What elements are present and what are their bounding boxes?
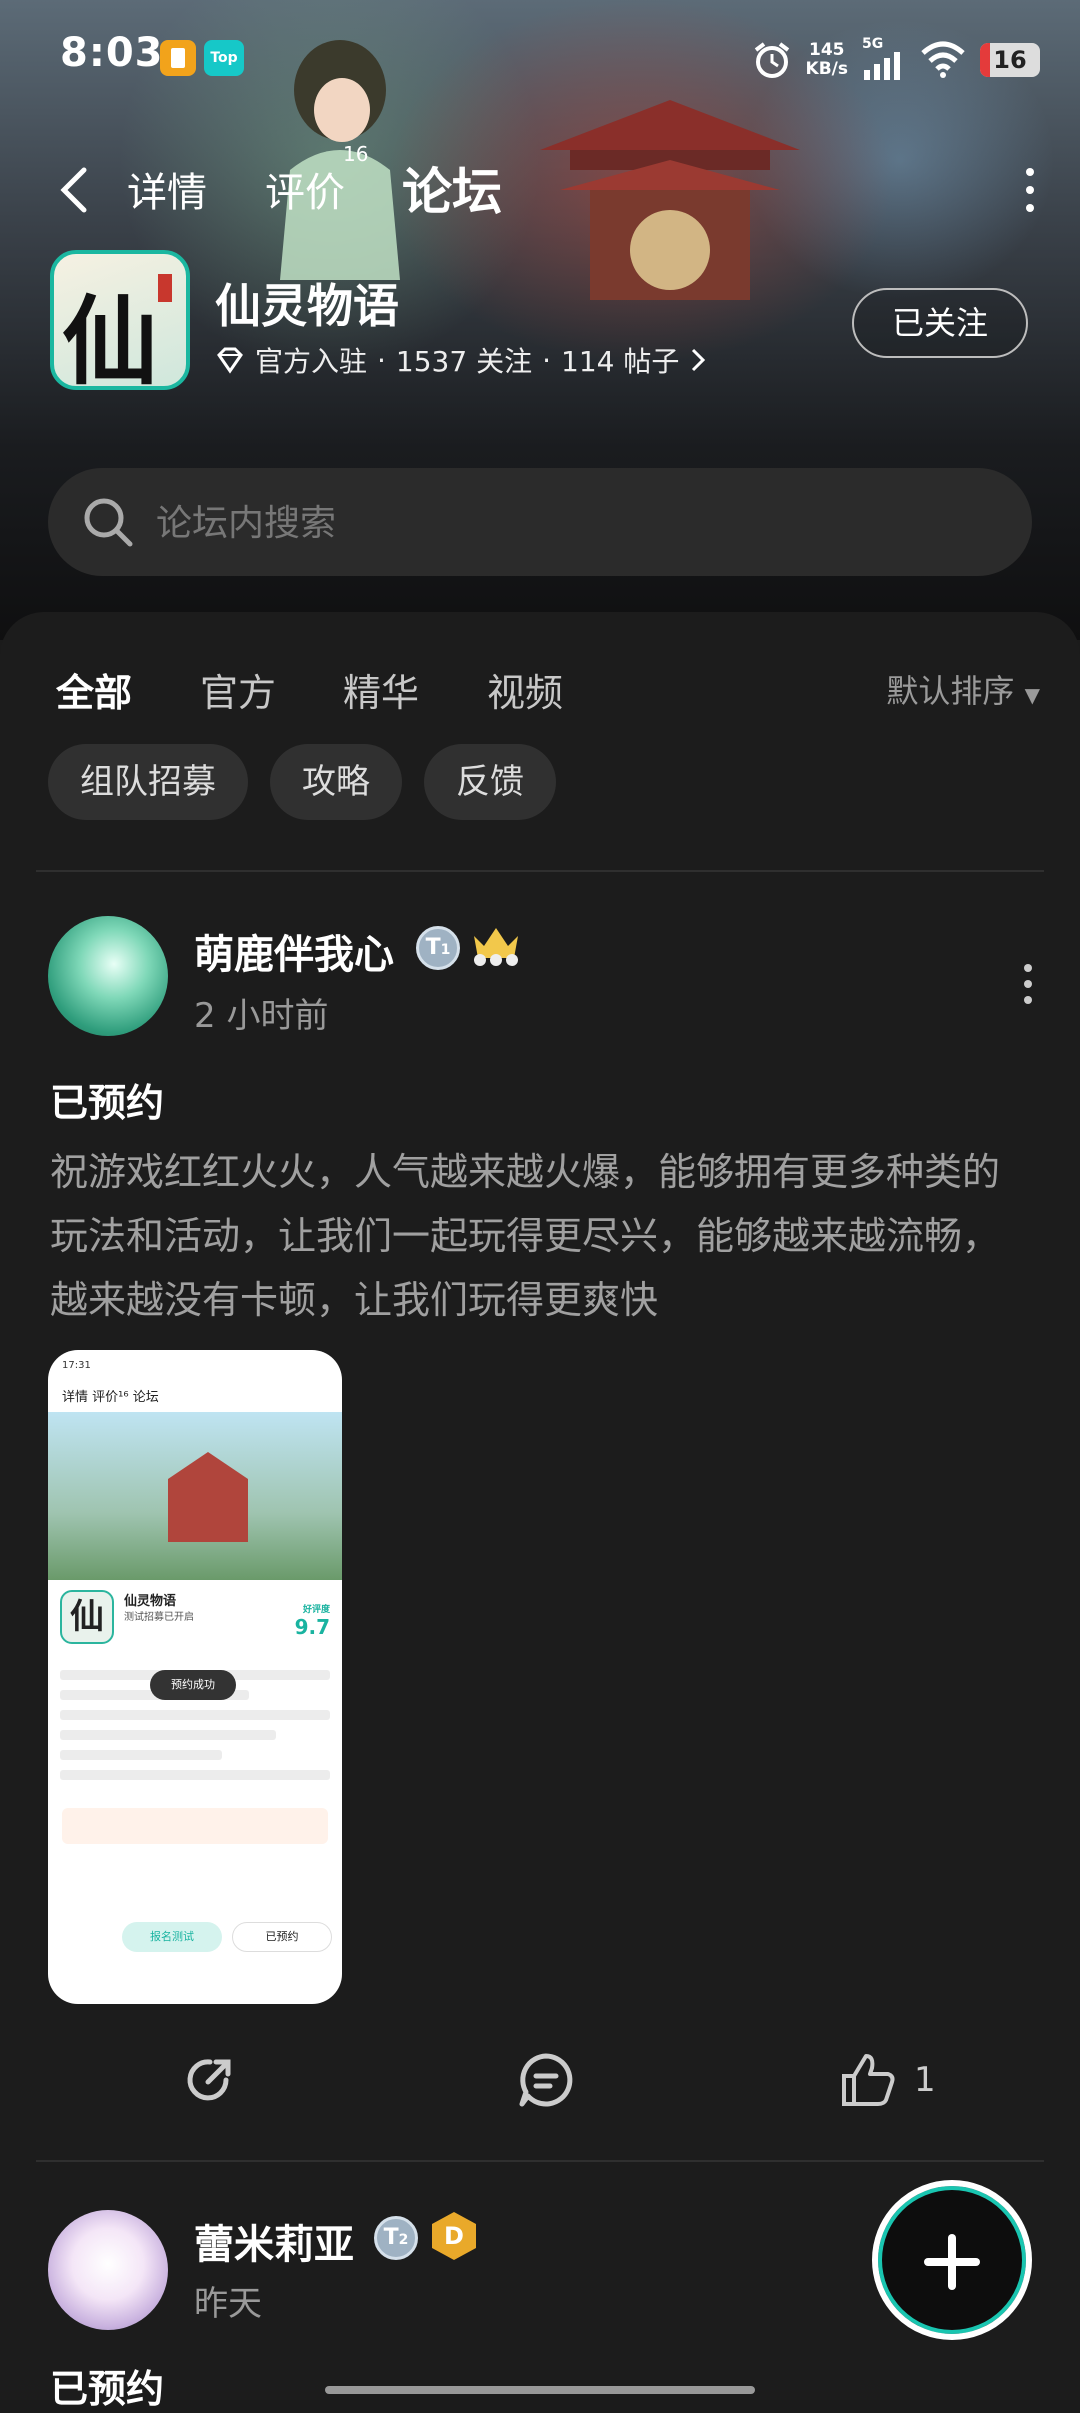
tab-details[interactable]: 详情	[127, 160, 207, 218]
post-time: 2 小时前	[194, 996, 329, 1036]
level-badge: T1	[416, 926, 460, 970]
topic-chips: 组队招募 攻略 反馈	[48, 744, 556, 820]
share-icon	[187, 2059, 231, 2101]
followers-count: 1537 关注	[395, 345, 533, 378]
official-label: 官方入驻	[255, 345, 368, 378]
avatar[interactable]	[48, 2210, 168, 2330]
post-author[interactable]: 萌鹿伴我心	[194, 922, 394, 980]
like-count: 1	[914, 2060, 936, 2100]
chevron-right-icon	[692, 348, 706, 372]
divider	[36, 870, 1044, 872]
thumbs-up-icon	[842, 2054, 895, 2106]
back-arrow-icon[interactable]	[50, 160, 100, 220]
search-icon	[84, 498, 133, 547]
new-post-plus-button[interactable]	[872, 2180, 1032, 2340]
filter-tab-video[interactable]: 视频	[487, 662, 563, 717]
sort-label: 默认排序	[886, 672, 1015, 710]
status-time: 8:03	[60, 30, 164, 76]
filter-tab-all[interactable]: 全部	[56, 662, 132, 725]
signal-label: 5G	[862, 36, 884, 52]
post-time: 昨天	[194, 2284, 262, 2324]
sort-dropdown[interactable]: 默认排序 ▼	[886, 666, 1040, 712]
alarm-icon	[754, 42, 789, 78]
battery-indicator: 16	[980, 43, 1040, 77]
follow-button[interactable]: 已关注	[852, 288, 1028, 358]
tab-reviews-label: 评价	[265, 170, 345, 216]
game-title: 仙灵物语	[215, 279, 399, 333]
notification-top-icon: Top	[204, 40, 244, 76]
post-body: 祝游戏红红火火，人气越来越火爆，能够拥有更多种类的玩法和活动，让我们一起玩得更尽…	[50, 1150, 1001, 1322]
divider	[36, 2160, 1044, 2162]
filter-tab-featured[interactable]: 精华	[343, 662, 419, 717]
post-author[interactable]: 蕾米莉亚	[194, 2212, 354, 2270]
network-speed: 145 KB/s	[805, 40, 848, 79]
review-count: 16	[343, 142, 369, 166]
post-title: 已预约	[50, 2367, 165, 2411]
chip-team-recruit[interactable]: 组队招募	[48, 744, 248, 820]
post-actions: 1	[0, 2040, 1080, 2120]
post-title: 已预约	[50, 1081, 165, 1125]
comment-icon	[519, 2053, 573, 2107]
crown-icon	[474, 928, 518, 966]
search-input[interactable]	[154, 492, 978, 554]
status-bar: 8:03 Top 145 KB/s 5G 16	[0, 0, 1080, 110]
game-meta[interactable]: 官方入驻 · 1537 关注 · 114 帖子	[215, 340, 707, 380]
level-badge: T2	[374, 2216, 418, 2260]
top-nav: 详情 评价 16 论坛	[0, 140, 1080, 240]
more-menu-icon[interactable]	[1020, 162, 1040, 222]
game-app-icon[interactable]: 仙	[50, 250, 190, 390]
home-indicator	[325, 2386, 755, 2394]
posts-count: 114 帖子	[561, 345, 680, 378]
notification-app-icon	[160, 40, 196, 76]
signal-icon: 5G	[862, 36, 906, 80]
post-more-icon[interactable]	[1020, 960, 1036, 1020]
like-button[interactable]: 1	[838, 2050, 936, 2110]
post-image-screenshot[interactable]: 17:31 详情 评价¹⁶ 论坛 仙 仙灵物语 测试招募已开启 好评度 9.7 …	[48, 1350, 342, 2004]
tab-reviews[interactable]: 评价 16	[265, 142, 368, 218]
share-button[interactable]	[180, 2050, 240, 2110]
chip-feedback[interactable]: 反馈	[424, 744, 556, 820]
filter-tab-official[interactable]: 官方	[200, 662, 276, 717]
avatar[interactable]	[48, 916, 168, 1036]
forum-search-bar[interactable]	[48, 468, 1032, 576]
forum-filter-tabs: 全部 官方 精华 视频 默认排序 ▼	[0, 652, 1080, 732]
chip-guides[interactable]: 攻略	[270, 744, 402, 820]
diamond-icon	[217, 347, 243, 374]
tab-forum[interactable]: 论坛	[398, 152, 502, 228]
comment-button[interactable]	[516, 2050, 576, 2110]
caret-down-icon: ▼	[1024, 683, 1040, 707]
wifi-icon	[921, 41, 965, 78]
